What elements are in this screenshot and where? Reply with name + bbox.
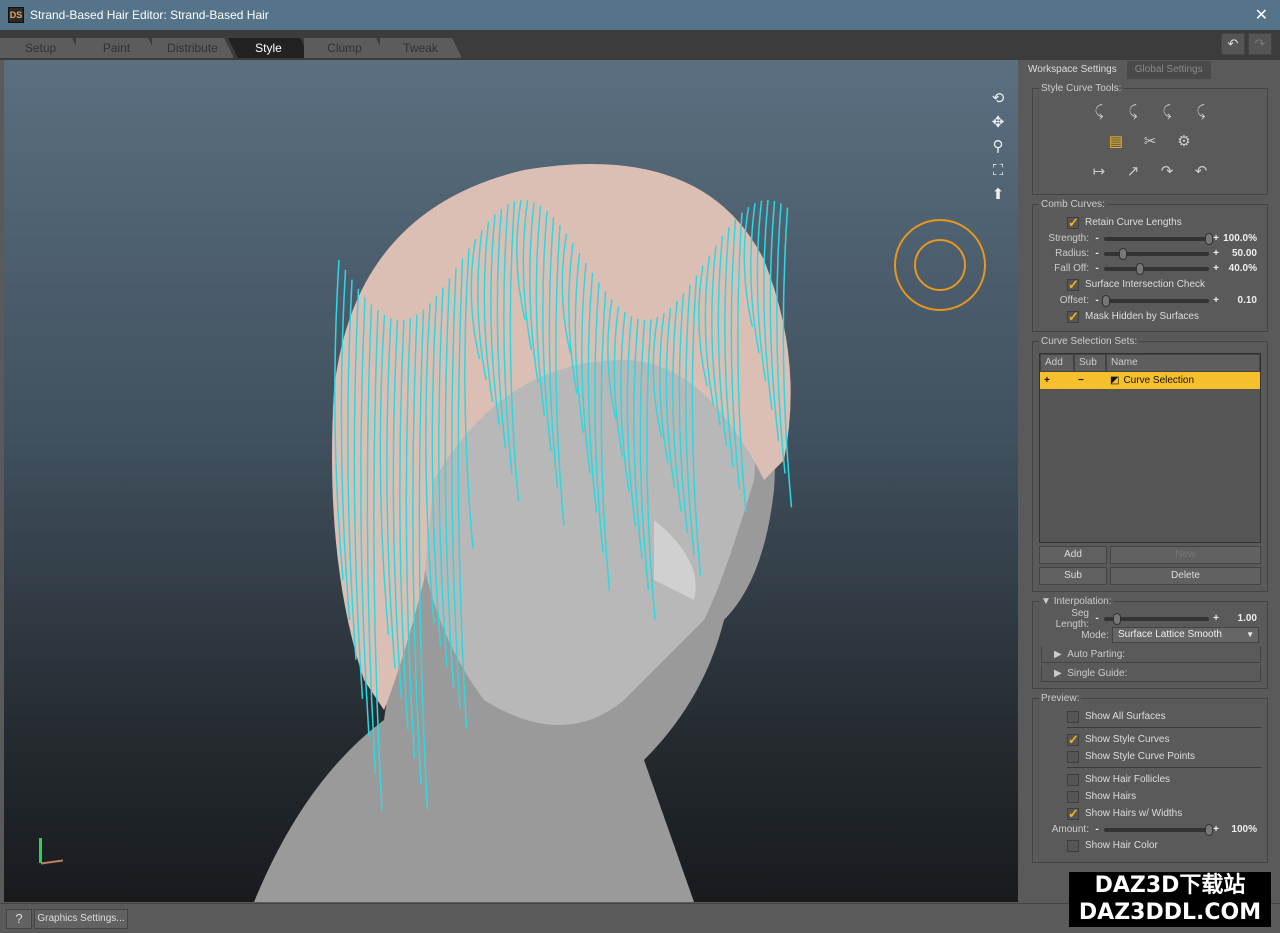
close-button[interactable]: ✕ <box>1255 5 1268 25</box>
tab-clump[interactable]: Clump <box>304 38 386 58</box>
slider-thumb[interactable] <box>1112 612 1121 625</box>
show-hair-color-checkbox[interactable]: Show Hair Color <box>1067 837 1261 854</box>
tab-tweak[interactable]: Tweak <box>380 38 462 58</box>
single-guide-section[interactable]: ▶ Single Guide: <box>1041 665 1261 682</box>
surface-intersection-checkbox[interactable]: Surface Intersection Check <box>1067 276 1261 293</box>
add-button[interactable]: Add <box>1039 546 1107 564</box>
seg-length-slider[interactable]: Seg Length: - +1.00 <box>1039 608 1261 630</box>
style-curve-tools-group: Style Curve Tools: ⤹ ⤹ ⤹ ⤹ ▤ ✂ ⚙ ↦ ↗ ↷ ↶ <box>1032 83 1268 195</box>
head-model <box>254 164 793 902</box>
interpolation-toggle[interactable]: ▼ Interpolation: <box>1039 596 1114 607</box>
curve-selection-sets-group: Curve Selection Sets: Add Sub Name + − ◩… <box>1032 336 1268 592</box>
cut-tool-icon[interactable]: ✂ <box>1140 132 1160 152</box>
tab-distribute[interactable]: Distribute <box>152 38 234 58</box>
comb-curves-group: Comb Curves: Retain Curve Lengths Streng… <box>1032 199 1268 332</box>
graphics-settings-button[interactable]: Graphics Settings... <box>34 909 128 929</box>
slider-thumb[interactable] <box>1102 294 1111 307</box>
slider-thumb[interactable] <box>1118 247 1127 260</box>
tab-paint[interactable]: Paint <box>76 38 158 58</box>
brush-inner-ring <box>914 239 966 291</box>
orbit-icon[interactable]: ⟲ <box>988 90 1008 108</box>
table-row[interactable]: + − ◩ Curve Selection <box>1040 372 1260 389</box>
undo-button[interactable]: ↶ <box>1221 33 1245 55</box>
slider-thumb[interactable] <box>1135 262 1144 275</box>
help-button[interactable]: ? <box>6 909 32 929</box>
radius-slider[interactable]: Radius: - +50.00 <box>1039 246 1261 261</box>
show-style-curve-points-checkbox[interactable]: Show Style Curve Points <box>1067 748 1261 765</box>
column-add[interactable]: Add <box>1040 354 1074 372</box>
selection-sets-table: Add Sub Name + − ◩ Curve Selection <box>1039 353 1261 543</box>
reset-icon[interactable]: ⬆ <box>988 186 1008 204</box>
select-root-tool-icon[interactable]: ⤹ <box>1123 102 1143 122</box>
auto-parting-section[interactable]: ▶ Auto Parting: <box>1041 646 1261 663</box>
show-hairs-checkbox[interactable]: Show Hairs <box>1067 788 1261 805</box>
tab-workspace-settings[interactable]: Workspace Settings <box>1020 61 1125 79</box>
slider-thumb[interactable] <box>1205 823 1213 836</box>
window-title: Strand-Based Hair Editor: Strand-Based H… <box>30 8 269 22</box>
tab-setup[interactable]: Setup <box>0 38 82 58</box>
column-sub[interactable]: Sub <box>1074 354 1106 372</box>
falloff-slider[interactable]: Fall Off: - +40.0% <box>1039 261 1261 276</box>
show-all-surfaces-checkbox[interactable]: Show All Surfaces <box>1067 708 1261 725</box>
offset-slider[interactable]: Offset: - +0.10 <box>1039 293 1261 308</box>
sub-button[interactable]: Sub <box>1039 567 1107 585</box>
redo-button[interactable]: ↷ <box>1248 33 1272 55</box>
select-tip-tool-icon[interactable]: ⤹ <box>1157 102 1177 122</box>
delete-button[interactable]: Delete <box>1110 567 1261 585</box>
show-style-curves-checkbox[interactable]: Show Style Curves <box>1067 731 1261 748</box>
pan-icon[interactable]: ✥ <box>988 114 1008 132</box>
3d-viewport[interactable] <box>4 60 1018 902</box>
preview-group: Preview: Show All Surfaces Show Style Cu… <box>1032 693 1268 863</box>
new-button[interactable]: New <box>1110 546 1261 564</box>
axis-y-indicator <box>39 838 42 863</box>
zoom-icon[interactable]: ⚲ <box>988 138 1008 156</box>
select-curve-tool-icon[interactable]: ⤹ <box>1089 102 1109 122</box>
curl-tool-icon[interactable]: ↶ <box>1191 162 1211 182</box>
interpolation-group: ▼ Interpolation: Seg Length: - +1.00 Mode:… <box>1032 596 1268 689</box>
show-hairs-widths-checkbox[interactable]: Show Hairs w/ Widths <box>1067 805 1261 822</box>
amount-slider[interactable]: Amount: - +100% <box>1039 822 1261 837</box>
title-bar: DS Strand-Based Hair Editor: Strand-Base… <box>0 0 1280 30</box>
column-name[interactable]: Name <box>1106 354 1260 372</box>
translate-tool-icon[interactable]: ↦ <box>1089 162 1109 182</box>
select-points-tool-icon[interactable]: ⤹ <box>1191 102 1211 122</box>
settings-panel: Workspace Settings Global Settings Style… <box>1020 60 1276 902</box>
workflow-tabs: Setup Paint Distribute Style Clump Tweak <box>0 38 462 58</box>
comb-tool-icon[interactable]: ▤ <box>1106 132 1126 152</box>
retain-curve-lengths-checkbox[interactable]: Retain Curve Lengths <box>1067 214 1261 231</box>
strength-slider[interactable]: Strength: - +100.0% <box>1039 231 1261 246</box>
mask-hidden-checkbox[interactable]: Mask Hidden by Surfaces <box>1067 308 1261 325</box>
show-hair-follicles-checkbox[interactable]: Show Hair Follicles <box>1067 771 1261 788</box>
watermark: DAZ3D下载站 DAZ3DDL.COM <box>1069 872 1271 927</box>
frame-icon[interactable]: ⛶ <box>988 162 1008 180</box>
comb-brush-cursor <box>894 219 986 311</box>
extend-tool-icon[interactable]: ↗ <box>1123 162 1143 182</box>
curve-settings-tool-icon[interactable]: ⚙ <box>1174 132 1194 152</box>
tab-style[interactable]: Style <box>228 38 310 58</box>
mode-dropdown[interactable]: Surface Lattice Smooth <box>1112 627 1259 643</box>
app-logo: DS <box>8 7 24 23</box>
tab-global-settings[interactable]: Global Settings <box>1126 61 1211 79</box>
bend-tool-icon[interactable]: ↷ <box>1157 162 1177 182</box>
selection-set-icon: ◩ <box>1110 375 1120 386</box>
slider-thumb[interactable] <box>1205 232 1213 245</box>
